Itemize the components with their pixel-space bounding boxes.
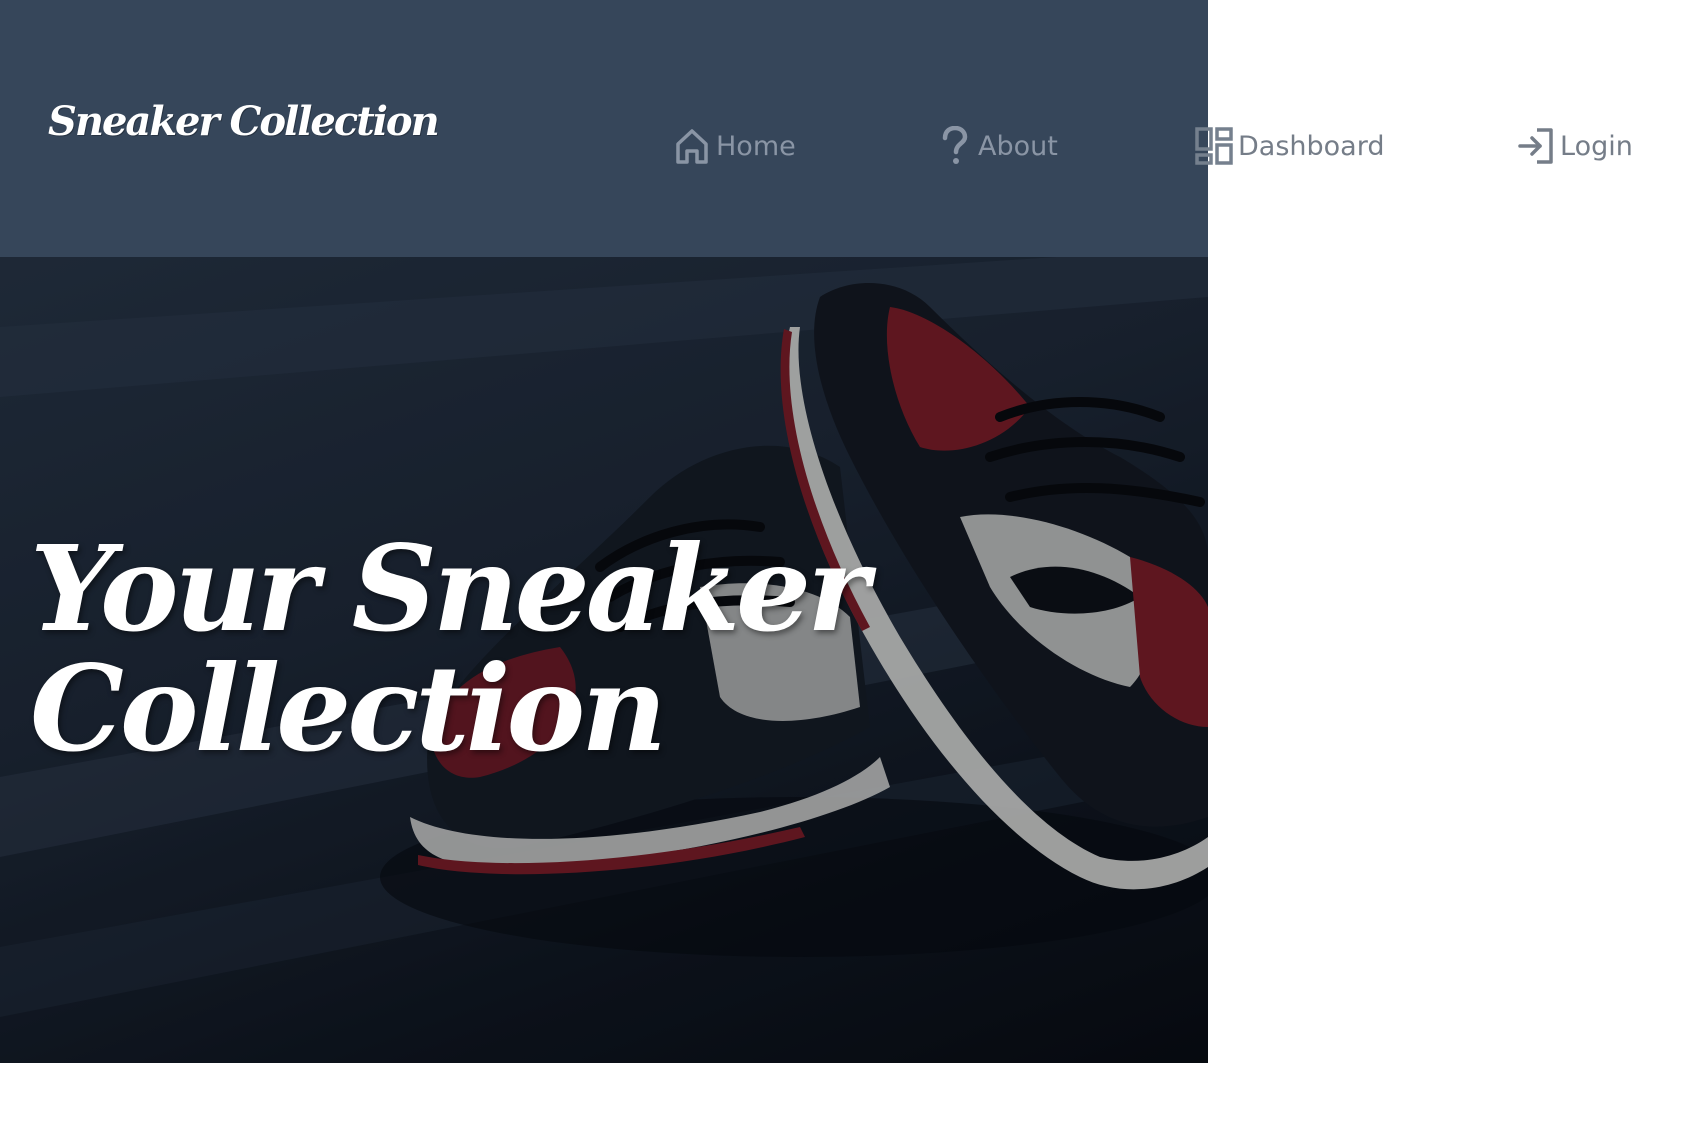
- nav-login-label: Login: [1560, 130, 1633, 162]
- login-icon: [1516, 126, 1556, 166]
- dashboard-icon: [1194, 126, 1234, 166]
- hero-title: Your Sneaker Collection: [30, 519, 869, 778]
- brand-logo[interactable]: Sneaker Collection: [48, 98, 440, 145]
- hero-banner: Your Sneaker Collection: [0, 257, 1208, 1063]
- nav-about[interactable]: About: [934, 124, 1058, 168]
- question-icon: [934, 126, 974, 166]
- hero-title-line-2: Collection: [30, 639, 667, 778]
- nav-home-label: Home: [716, 130, 796, 162]
- nav-dashboard[interactable]: Dashboard: [1194, 124, 1384, 168]
- nav-home[interactable]: Home: [672, 124, 796, 168]
- home-icon: [672, 126, 712, 166]
- nav-about-label: About: [978, 130, 1058, 162]
- nav-login[interactable]: Login: [1516, 124, 1633, 168]
- hero-title-line-1: Your Sneaker: [30, 519, 869, 658]
- nav-dashboard-label: Dashboard: [1238, 130, 1385, 162]
